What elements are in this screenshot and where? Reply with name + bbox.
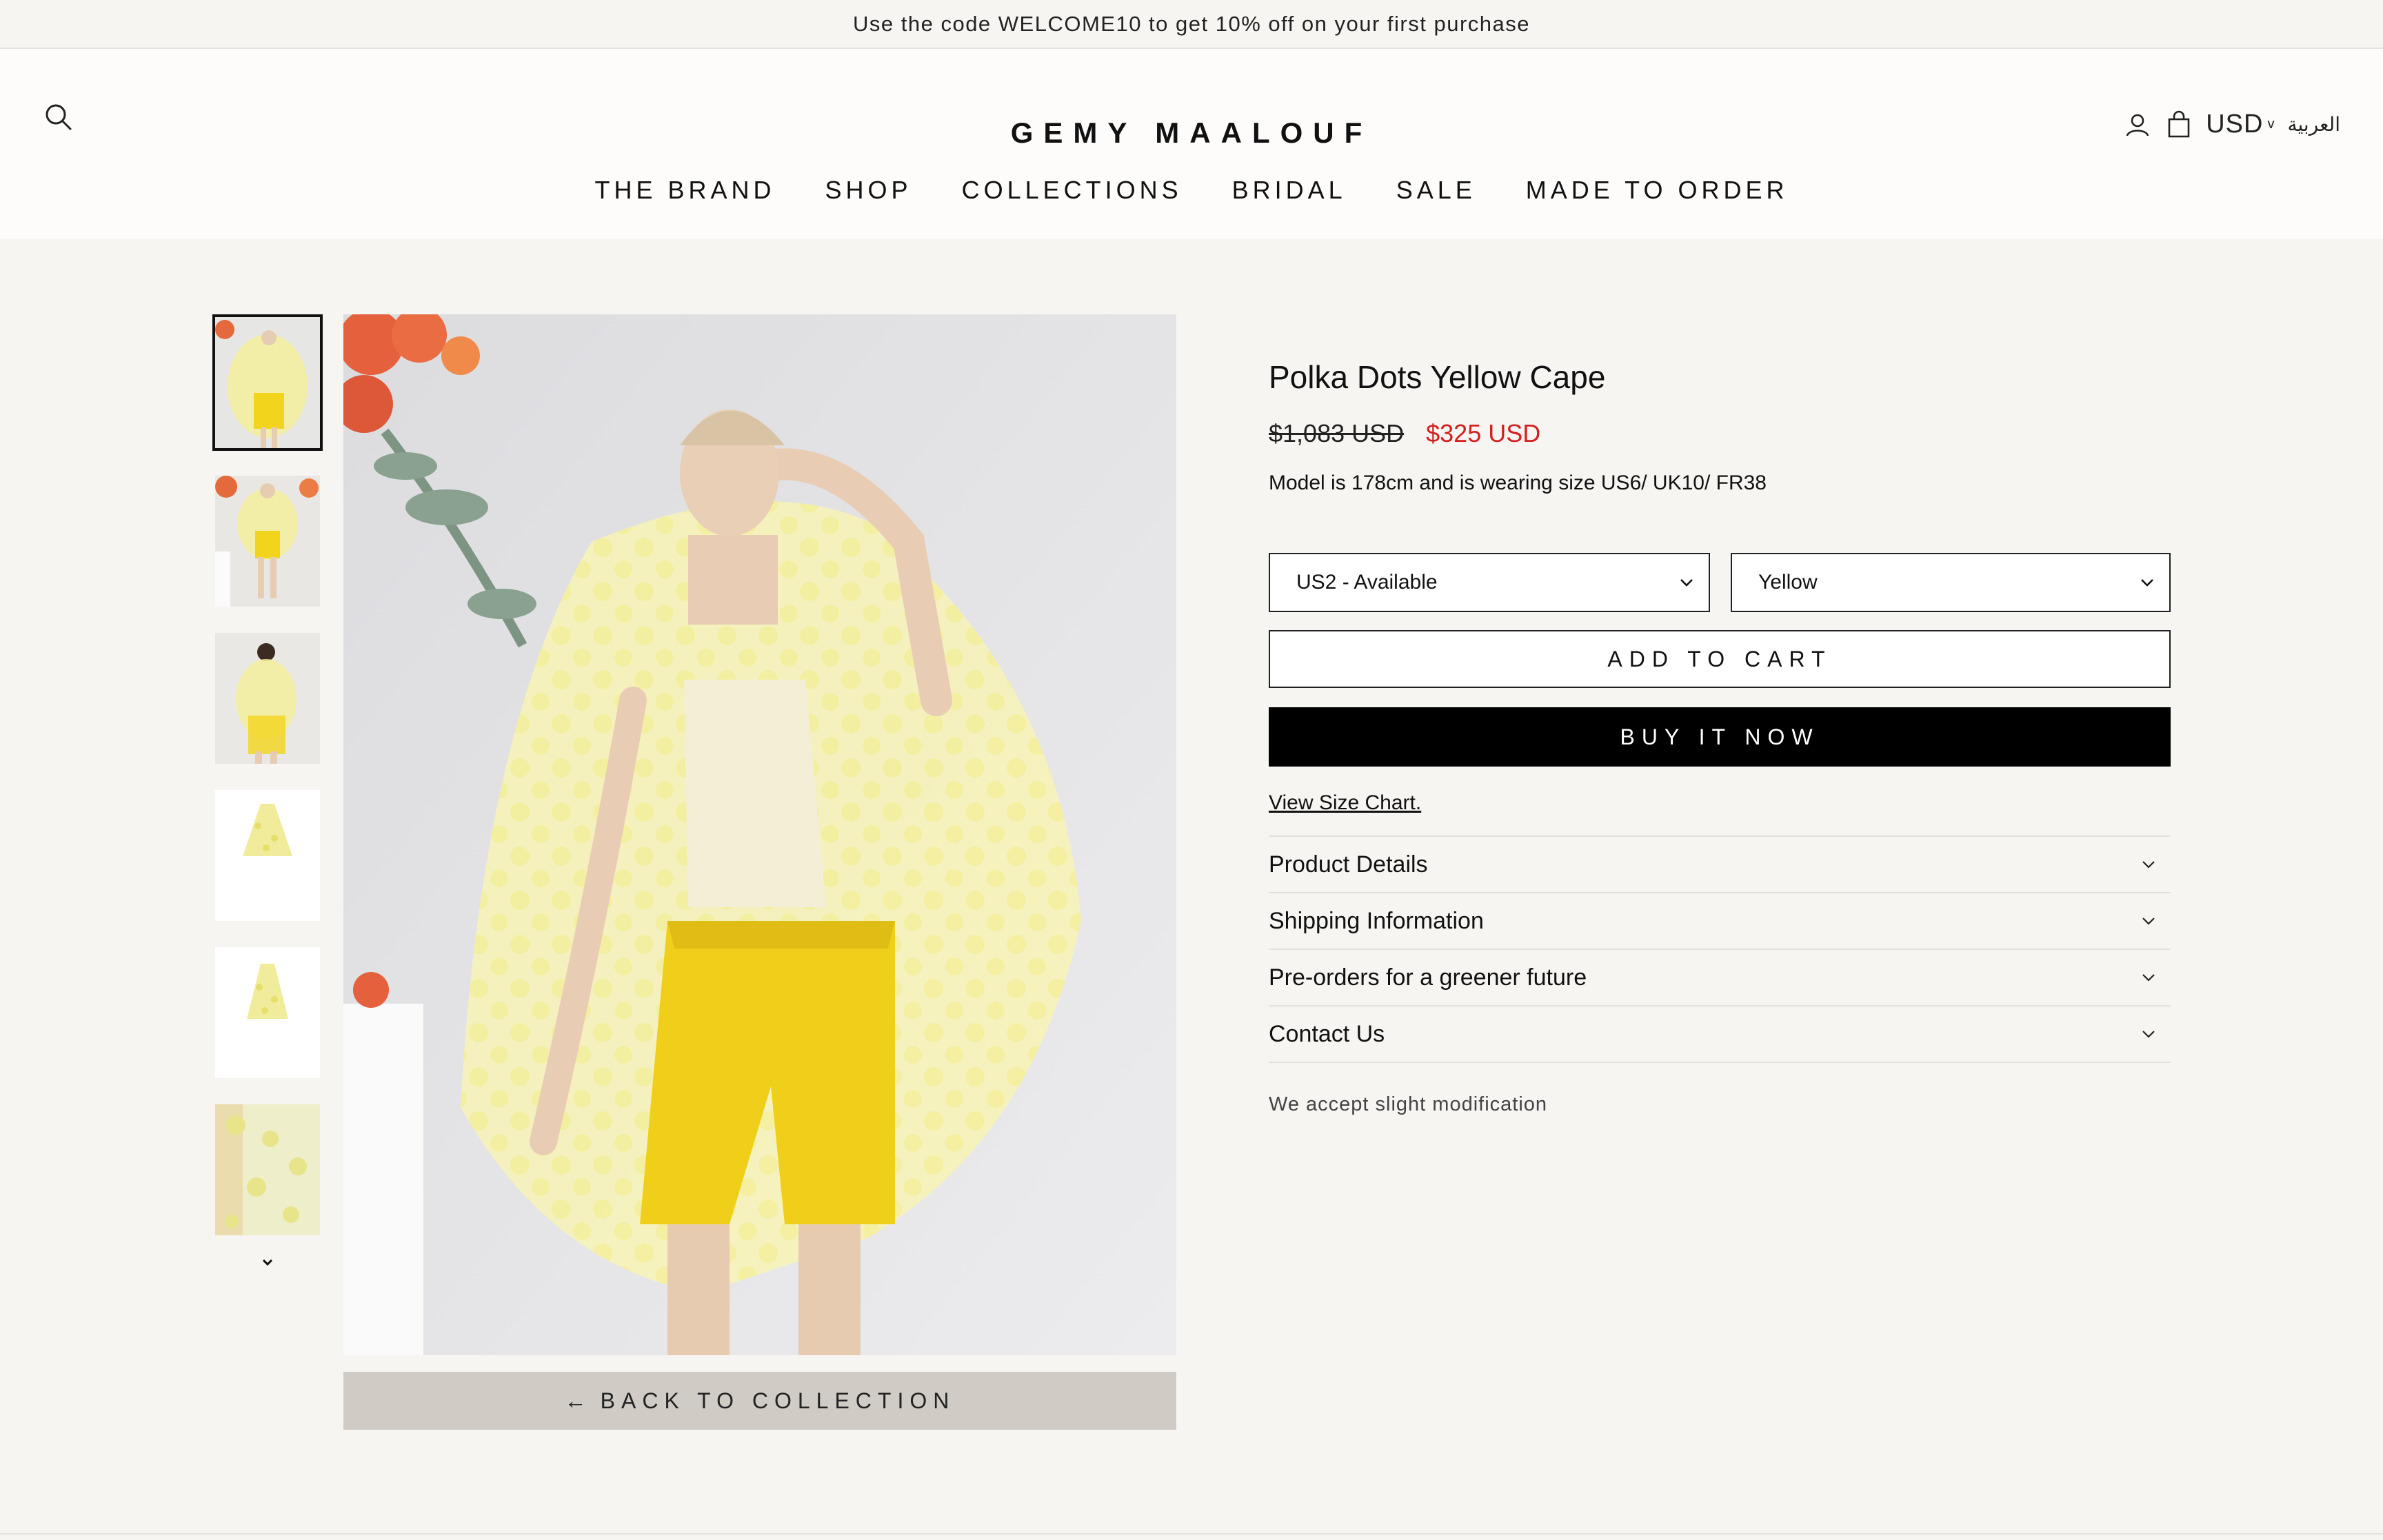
nav-item-sale[interactable]: SALE — [1396, 176, 1476, 205]
chevron-down-icon — [2141, 579, 2153, 587]
chevron-down-icon[interactable] — [257, 1252, 279, 1274]
accordion-label: Pre-orders for a greener future — [1269, 964, 1587, 991]
chevron-down-icon — [2142, 974, 2155, 982]
announcement-bar: Use the code WELCOME10 to get 10% off on… — [0, 0, 2383, 49]
variant-selectors: US2 - Available Yellow — [1269, 553, 2171, 612]
color-select[interactable]: Yellow — [1731, 553, 2171, 612]
color-select-value: Yellow — [1758, 571, 1818, 594]
back-to-collection-button[interactable]: ← BACK TO COLLECTION — [343, 1372, 1176, 1430]
product-title: Polka Dots Yellow Cape — [1269, 359, 1606, 395]
language-switch[interactable]: العربية — [2287, 113, 2340, 136]
size-select[interactable]: US2 - Available — [1269, 553, 1710, 612]
thumbnail-3[interactable] — [215, 633, 320, 764]
price-sale: $325 USD — [1426, 419, 1541, 447]
add-to-cart-button[interactable]: ADD TO CART — [1269, 630, 2171, 688]
brand-logo[interactable]: GEMY MAALOUF — [0, 116, 2383, 150]
arrow-left-icon: ← — [564, 1388, 587, 1413]
nav-item-collections[interactable]: COLLECTIONS — [962, 176, 1183, 205]
thumbnail-4[interactable] — [215, 790, 320, 921]
chevron-down-icon — [2142, 1031, 2155, 1038]
accordion-label: Product Details — [1269, 851, 1428, 878]
nav-item-the-brand[interactable]: THE BRAND — [595, 176, 776, 205]
accordion-product-details[interactable]: Product Details — [1269, 837, 2171, 893]
header-utilities: USD v العربية — [2123, 110, 2340, 139]
currency-selector[interactable]: USD v — [2206, 110, 2275, 139]
chevron-down-icon — [1680, 579, 1693, 587]
chevron-down-icon: v — [2267, 116, 2275, 132]
accordion-shipping-information[interactable]: Shipping Information — [1269, 893, 2171, 950]
accordion-contact-us[interactable]: Contact Us — [1269, 1006, 2171, 1063]
thumbnail-5[interactable] — [215, 947, 320, 1078]
accordion-label: Contact Us — [1269, 1020, 1385, 1047]
main-nav: THE BRAND SHOP COLLECTIONS BRIDAL SALE M… — [0, 176, 2383, 205]
user-icon[interactable] — [2123, 110, 2152, 139]
size-select-value: US2 - Available — [1296, 571, 1438, 594]
product-info: Polka Dots Yellow Cape $1,083 USD $325 U… — [1269, 358, 2171, 1116]
product-accordion: Product Details Shipping Information Pre… — [1269, 835, 2171, 1063]
thumbnail-6[interactable] — [215, 1104, 320, 1235]
site-header: GEMY MAALOUF USD v العربية THE BRAND SHO… — [0, 49, 2383, 239]
thumbnail-2[interactable] — [215, 476, 320, 607]
thumbnail-1[interactable] — [212, 314, 323, 451]
size-chart-link[interactable]: View Size Chart. — [1269, 791, 1421, 815]
buy-it-now-button[interactable]: BUY IT NOW — [1269, 707, 2171, 767]
product-main-image[interactable] — [343, 314, 1176, 1355]
back-to-collection-label: BACK TO COLLECTION — [600, 1388, 956, 1413]
price-block: $1,083 USD $325 USD — [1269, 419, 2171, 448]
shopping-bag-icon[interactable] — [2164, 110, 2193, 139]
nav-item-made-to-order[interactable]: MADE TO ORDER — [1526, 176, 1789, 205]
chevron-down-icon — [2142, 918, 2155, 925]
nav-item-bridal[interactable]: BRIDAL — [1232, 176, 1347, 205]
announcement-text: Use the code WELCOME10 to get 10% off on… — [853, 11, 1530, 36]
modification-note: We accept slight modification — [1269, 1093, 1548, 1115]
model-size-note: Model is 178cm and is wearing size US6/ … — [1269, 472, 1767, 494]
currency-label: USD — [2206, 110, 2264, 139]
nav-item-shop[interactable]: SHOP — [825, 176, 912, 205]
footer-divider — [0, 1533, 2383, 1534]
price-original: $1,083 USD — [1269, 419, 1405, 447]
accordion-pre-orders[interactable]: Pre-orders for a greener future — [1269, 950, 2171, 1006]
chevron-down-icon — [2142, 861, 2155, 869]
accordion-label: Shipping Information — [1269, 907, 1484, 934]
